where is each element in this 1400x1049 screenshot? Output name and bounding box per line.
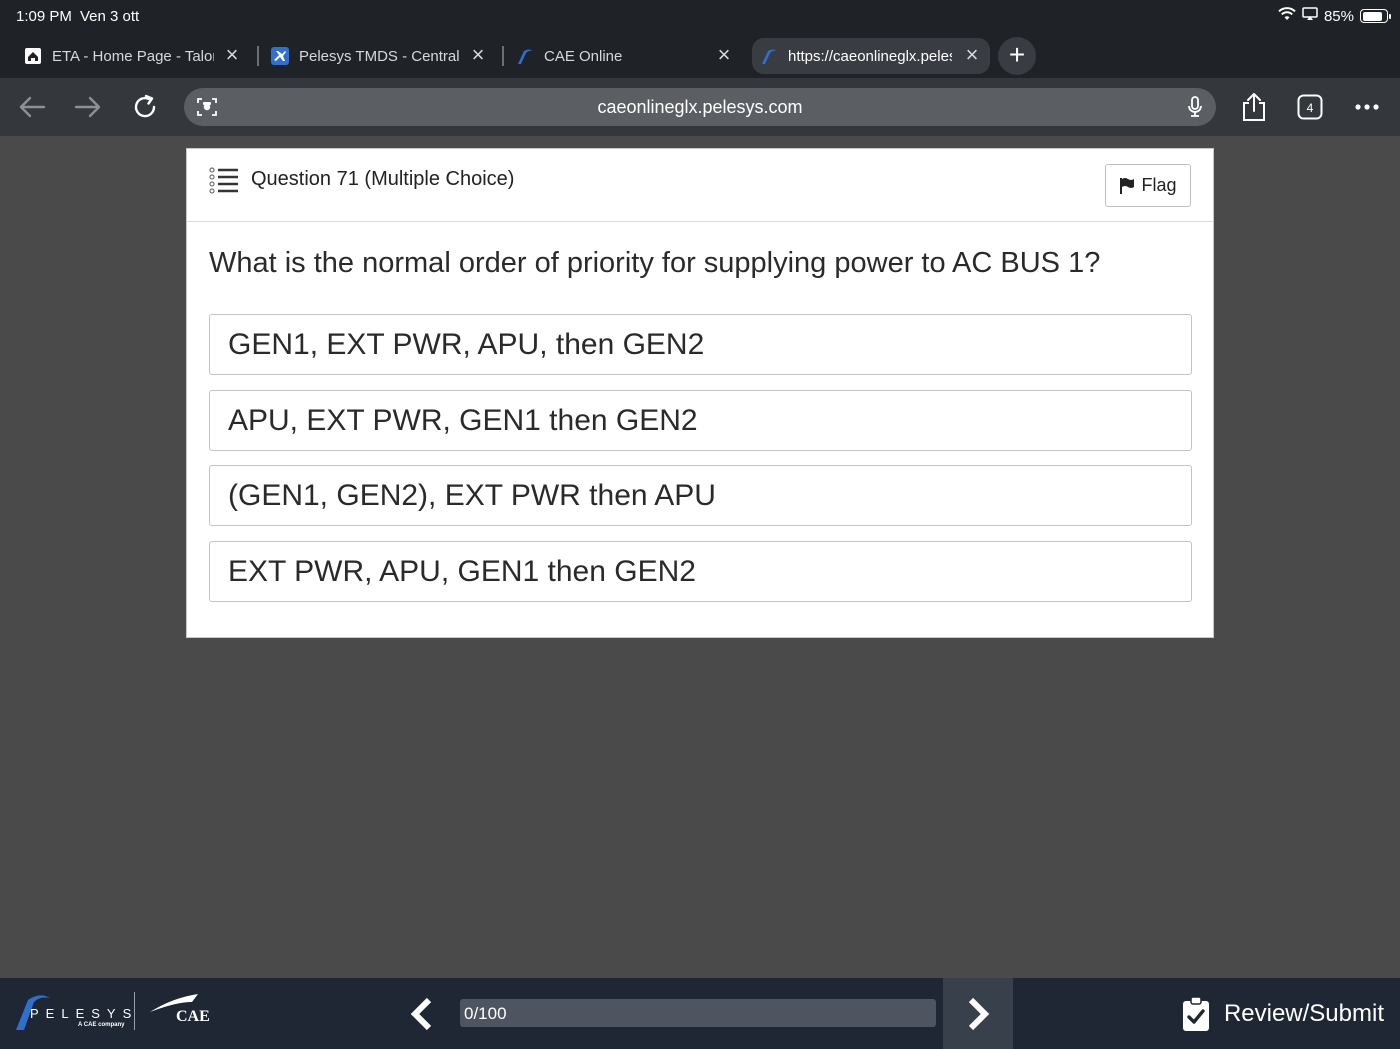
tab-title: https://caeonlineglx.pelesys.com bbox=[788, 47, 952, 65]
tabs-count-icon: 4 bbox=[1297, 94, 1323, 120]
tab-separator bbox=[502, 46, 504, 66]
reload-button[interactable] bbox=[128, 90, 162, 124]
more-button[interactable] bbox=[1350, 90, 1384, 124]
question-text: What is the normal order of priority for… bbox=[209, 247, 1101, 279]
progress-label: 0/100 bbox=[464, 1004, 507, 1023]
plane-icon bbox=[271, 47, 289, 65]
address-bar[interactable]: caeonlineglx.pelesys.com bbox=[184, 88, 1216, 126]
share-button[interactable] bbox=[1237, 90, 1271, 124]
arrow-left-icon bbox=[19, 96, 46, 118]
status-date: Ven 3 ott bbox=[80, 8, 140, 25]
screen-mirroring-icon bbox=[1302, 7, 1318, 25]
answer-option-2[interactable]: APU, EXT PWR, GEN1 then GEN2 bbox=[209, 390, 1192, 451]
status-right: 85% bbox=[1278, 7, 1391, 25]
tab-title: ETA - Home Page - Talon bbox=[52, 47, 214, 65]
share-icon bbox=[1243, 93, 1265, 121]
exam-footer: PELESYS A CAE company CAE 0/100 Review/S… bbox=[0, 978, 1400, 1049]
review-submit-button[interactable]: Review/Submit bbox=[1182, 994, 1384, 1034]
tab-title: CAE Online bbox=[544, 47, 623, 65]
back-button[interactable] bbox=[15, 90, 49, 124]
flag-icon bbox=[1120, 177, 1135, 194]
tab-bar: ETA - Home Page - Talon × Pelesys TMDS -… bbox=[0, 32, 1400, 78]
tab-title: Pelesys TMDS - Central bbox=[299, 47, 459, 65]
answer-option-1[interactable]: GEN1, EXT PWR, APU, then GEN2 bbox=[209, 314, 1192, 375]
status-bar: 1:09 PM Ven 3 ott 85% bbox=[0, 0, 1400, 32]
status-time: 1:09 PM bbox=[16, 8, 72, 25]
answer-option-3[interactable]: (GEN1, GEN2), EXT PWR then APU bbox=[209, 465, 1192, 526]
pelesys-icon bbox=[760, 47, 778, 65]
flag-button[interactable]: Flag bbox=[1105, 164, 1191, 207]
tab-overview-button[interactable]: 4 bbox=[1293, 90, 1327, 124]
chevron-left-icon bbox=[410, 997, 432, 1031]
tab-pelesys-tmds[interactable]: Pelesys TMDS - Central × bbox=[271, 38, 496, 74]
next-question-button[interactable] bbox=[943, 978, 1013, 1049]
forward-button[interactable] bbox=[71, 90, 105, 124]
close-icon[interactable]: × bbox=[468, 44, 488, 66]
close-icon[interactable]: × bbox=[714, 44, 734, 66]
arrow-right-icon bbox=[74, 96, 101, 118]
ellipsis-icon bbox=[1355, 104, 1379, 110]
cae-logo: CAE bbox=[148, 992, 212, 1032]
question-number-title: Question 71 (Multiple Choice) bbox=[251, 168, 515, 190]
previous-question-button[interactable] bbox=[400, 990, 444, 1038]
question-list-icon[interactable] bbox=[209, 167, 239, 200]
tab-eta-home[interactable]: ETA - Home Page - Talon × bbox=[24, 38, 250, 74]
reload-icon bbox=[134, 94, 156, 118]
flag-label: Flag bbox=[1141, 175, 1177, 195]
review-submit-label: Review/Submit bbox=[1223, 1000, 1384, 1027]
battery-icon bbox=[1360, 9, 1391, 23]
tab-separator bbox=[257, 46, 259, 66]
microphone-icon[interactable] bbox=[1186, 96, 1204, 123]
answer-option-4[interactable]: EXT PWR, APU, GEN1 then GEN2 bbox=[209, 541, 1192, 602]
close-icon[interactable]: × bbox=[222, 44, 242, 66]
tab-active-caeonlineglx[interactable]: https://caeonlineglx.pelesys.com × bbox=[752, 38, 990, 74]
url-text: caeonlineglx.pelesys.com bbox=[597, 97, 803, 117]
clipboard-check-icon bbox=[1182, 996, 1209, 1031]
pelesys-icon bbox=[516, 47, 534, 65]
wifi-icon bbox=[1278, 7, 1296, 25]
chevron-right-icon bbox=[968, 997, 990, 1030]
battery-percent: 85% bbox=[1323, 7, 1354, 25]
question-header: Question 71 (Multiple Choice) Flag bbox=[187, 149, 1213, 222]
svg-text:4: 4 bbox=[1307, 101, 1314, 115]
close-icon[interactable]: × bbox=[962, 44, 982, 66]
home-icon bbox=[24, 47, 42, 65]
browser-toolbar: caeonlineglx.pelesys.com 4 bbox=[0, 78, 1400, 136]
tab-cae-online[interactable]: CAE Online × bbox=[516, 38, 742, 74]
progress-bar: 0/100 bbox=[460, 999, 936, 1027]
new-tab-button[interactable]: + bbox=[998, 37, 1036, 75]
pelesys-logo: PELESYS A CAE company bbox=[14, 992, 134, 1036]
logo-divider bbox=[134, 992, 135, 1030]
question-card: Question 71 (Multiple Choice) Flag What … bbox=[186, 148, 1214, 638]
